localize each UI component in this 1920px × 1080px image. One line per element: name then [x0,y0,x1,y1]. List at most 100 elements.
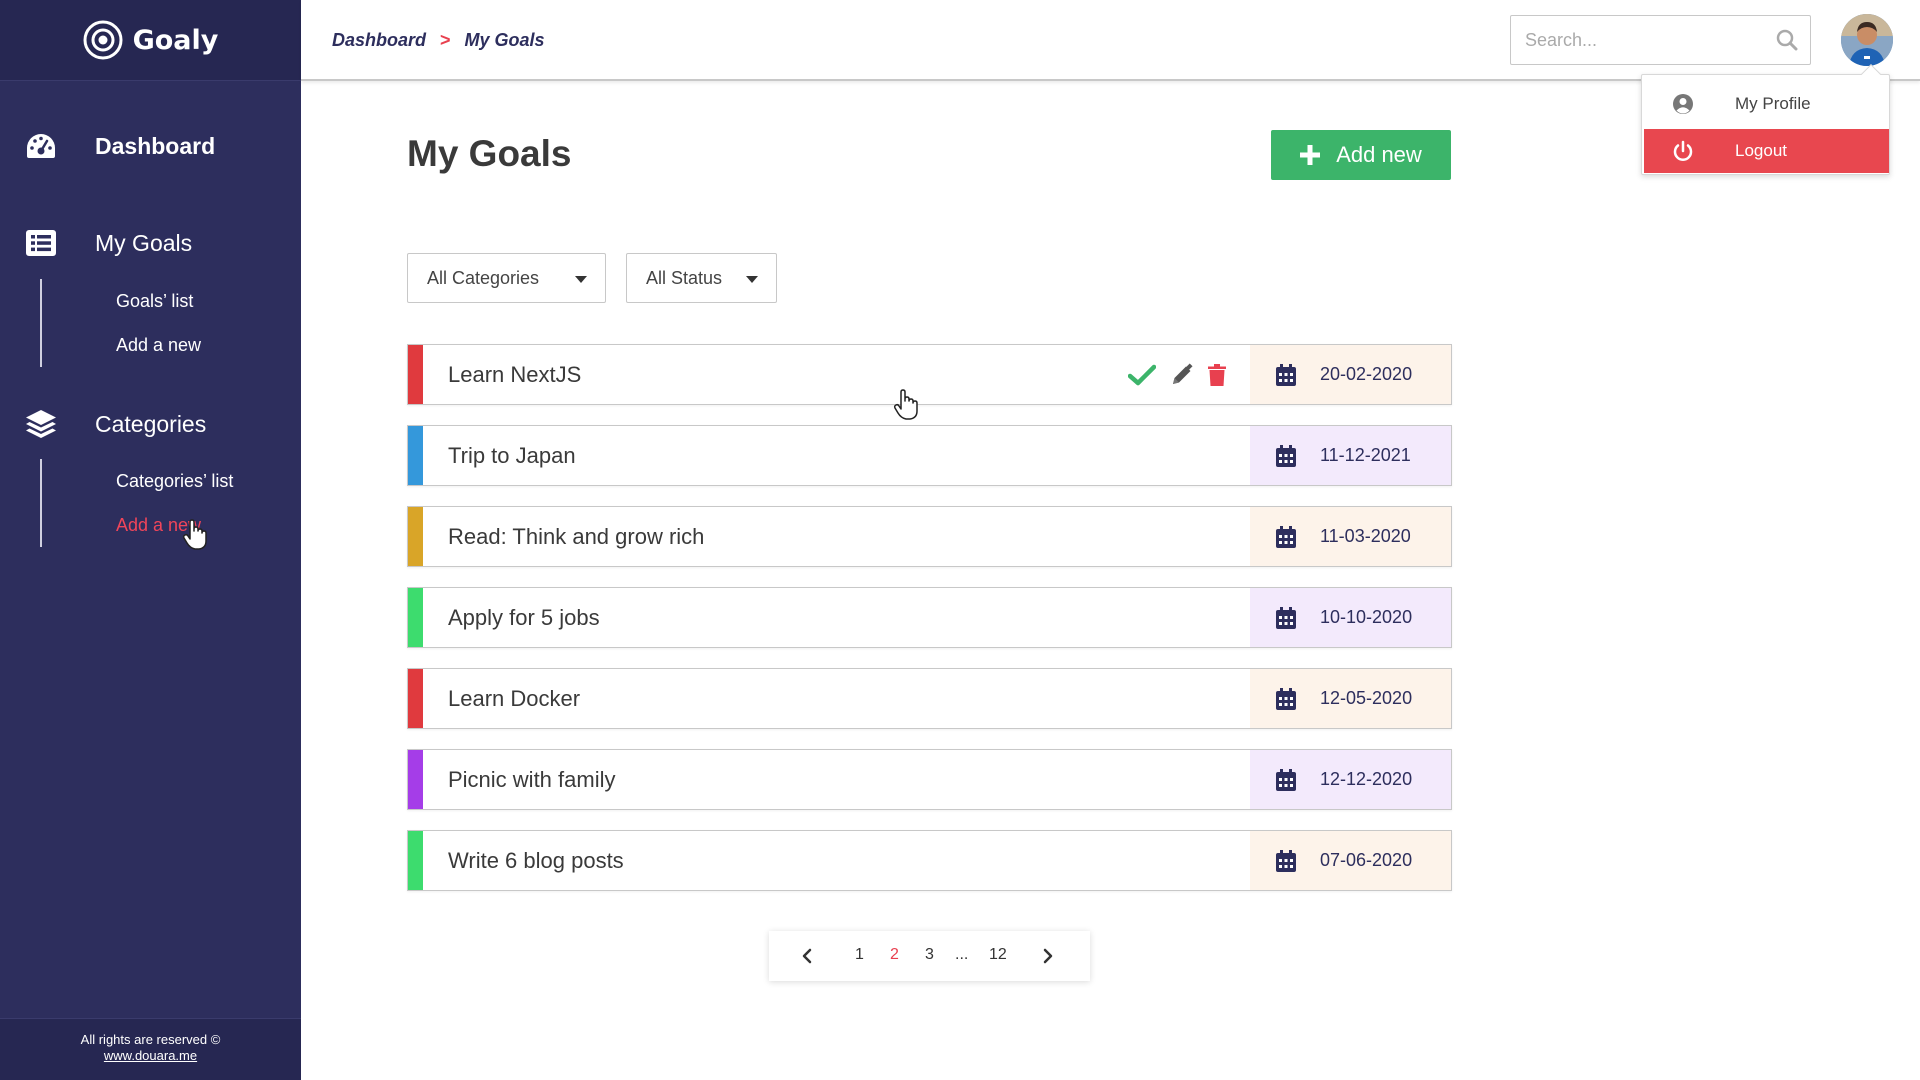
brand-logo[interactable]: Goaly [0,0,301,81]
goal-date: 12-12-2020 [1320,769,1413,789]
goal-date-cell: 20-02-2020 [1250,345,1451,404]
brand-name: Goaly [132,24,219,56]
goal-date-cell: 07-06-2020 [1250,831,1451,890]
goal-item[interactable]: Picnic with family 12-12-2020 [407,749,1452,810]
edit-pencil-icon[interactable] [1170,363,1194,387]
calendar-icon [1276,363,1296,386]
hand-cursor-icon [182,519,207,550]
search-icon[interactable] [1776,29,1798,51]
goal-item[interactable]: Apply for 5 jobs 10-10-2020 [407,587,1452,648]
page-link[interactable]: 3 [925,946,934,964]
goal-date: 20-02-2020 [1320,364,1413,384]
add-new-label: Add new [1336,142,1422,167]
goal-category-color [408,750,423,809]
goal-actions [1128,363,1226,387]
list-icon [25,227,57,259]
logout-label: Logout [1735,141,1787,160]
layers-icon [25,408,57,440]
breadcrumb-current: My Goals [464,30,545,50]
breadcrumb: Dashboard > My Goals [332,30,545,51]
logout-menu-item[interactable]: Logout [1644,129,1889,173]
my-profile-menu-item[interactable]: My Profile [1644,82,1889,126]
goal-date: 11-03-2020 [1320,526,1411,546]
nav-my-goals-head[interactable]: My Goals [0,223,301,263]
sidebar-item-categories-list[interactable]: Categories’ list [116,459,301,503]
goal-title: Learn Docker [448,686,581,711]
goal-item[interactable]: Read: Think and grow rich 11-03-2020 [407,506,1452,567]
dropdown-arrow-icon [746,276,758,283]
check-icon[interactable] [1128,364,1156,386]
dropdown-arrow-icon [575,276,587,283]
add-new-goal-button[interactable]: Add new [1271,130,1451,180]
search-input[interactable] [1511,29,1761,51]
calendar-icon [1276,768,1296,791]
goal-category-color [408,831,423,890]
goal-title: Learn NextJS [448,362,582,387]
nav-my-goals: My Goals Goals’ list Add a new [0,223,301,367]
goal-date-cell: 10-10-2020 [1250,588,1451,647]
nav-categories-label: Categories [95,410,207,437]
power-icon [1671,139,1695,163]
goal-item[interactable]: Learn Docker 12-05-2020 [407,668,1452,729]
category-filter-select[interactable]: All Categories [407,253,606,303]
goal-date: 07-06-2020 [1320,850,1413,870]
my-goals-submenu: Goals’ list Add a new [40,279,301,367]
nav-dashboard[interactable]: Dashboard [0,126,301,166]
calendar-icon [1276,444,1296,467]
page-link[interactable]: 1 [855,946,864,964]
pagination: 1 2 3 ... 12 [769,931,1090,981]
category-filter-value: All Categories [427,267,540,288]
goal-date-cell: 11-03-2020 [1250,507,1451,566]
page-title: My Goals [407,133,572,174]
sidebar: Goaly Dashboard My Goals Goals’ list Add… [0,0,301,1080]
sidebar-item-goals-list[interactable]: Goals’ list [116,279,301,323]
calendar-icon [1276,525,1296,548]
goal-category-color [408,345,423,404]
page-link[interactable]: 12 [989,946,1007,964]
goal-date: 10-10-2020 [1320,607,1413,627]
nav-dashboard-label: Dashboard [95,132,216,159]
target-logo-icon [83,20,123,60]
my-profile-label: My Profile [1735,94,1811,113]
nav-categories-head[interactable]: Categories [0,404,301,444]
author-link[interactable]: www.douara.me [0,1048,301,1063]
status-filter-value: All Status [646,267,723,288]
page-link-current[interactable]: 2 [890,946,899,964]
nav-categories: Categories Categories’ list Add a new [0,404,301,547]
delete-trash-icon[interactable] [1208,364,1226,386]
chevron-left-icon[interactable] [801,948,813,964]
goal-category-color [408,507,423,566]
page-ellipsis: ... [955,946,969,963]
calendar-icon [1276,687,1296,710]
avatar[interactable] [1841,14,1893,66]
goal-title: Picnic with family [448,767,616,792]
categories-submenu: Categories’ list Add a new [40,459,301,547]
calendar-icon [1276,606,1296,629]
goal-date: 12-05-2020 [1320,688,1413,708]
dashboard-gauge-icon [25,130,57,162]
goal-title: Read: Think and grow rich [448,524,705,549]
goal-item[interactable]: Learn NextJS 20-02-2020 [407,344,1452,405]
goal-item[interactable]: Trip to Japan 11-12-2021 [407,425,1452,486]
goal-item[interactable]: Write 6 blog posts 07-06-2020 [407,830,1452,891]
sidebar-item-add-goal[interactable]: Add a new [116,323,301,367]
goal-date-cell: 11-12-2021 [1250,426,1451,485]
goal-category-color [408,426,423,485]
goal-date-cell: 12-12-2020 [1250,750,1451,809]
top-bar: Dashboard > My Goals [301,0,1920,81]
user-circle-icon [1671,92,1695,116]
goal-title: Apply for 5 jobs [448,605,600,630]
plus-icon [1300,145,1321,165]
breadcrumb-separator: > [440,30,451,50]
goal-category-color [408,588,423,647]
goal-date-cell: 12-05-2020 [1250,669,1451,728]
calendar-icon [1276,849,1296,872]
hand-cursor-icon [893,389,918,420]
chevron-right-icon[interactable] [1042,948,1054,964]
nav-my-goals-label: My Goals [95,229,193,256]
status-filter-select[interactable]: All Status [626,253,777,303]
goal-title: Trip to Japan [448,443,576,468]
breadcrumb-dashboard[interactable]: Dashboard [332,30,426,51]
goal-date: 11-12-2021 [1320,445,1411,465]
sidebar-footer: All rights are reserved © www.douara.me [0,1018,301,1080]
